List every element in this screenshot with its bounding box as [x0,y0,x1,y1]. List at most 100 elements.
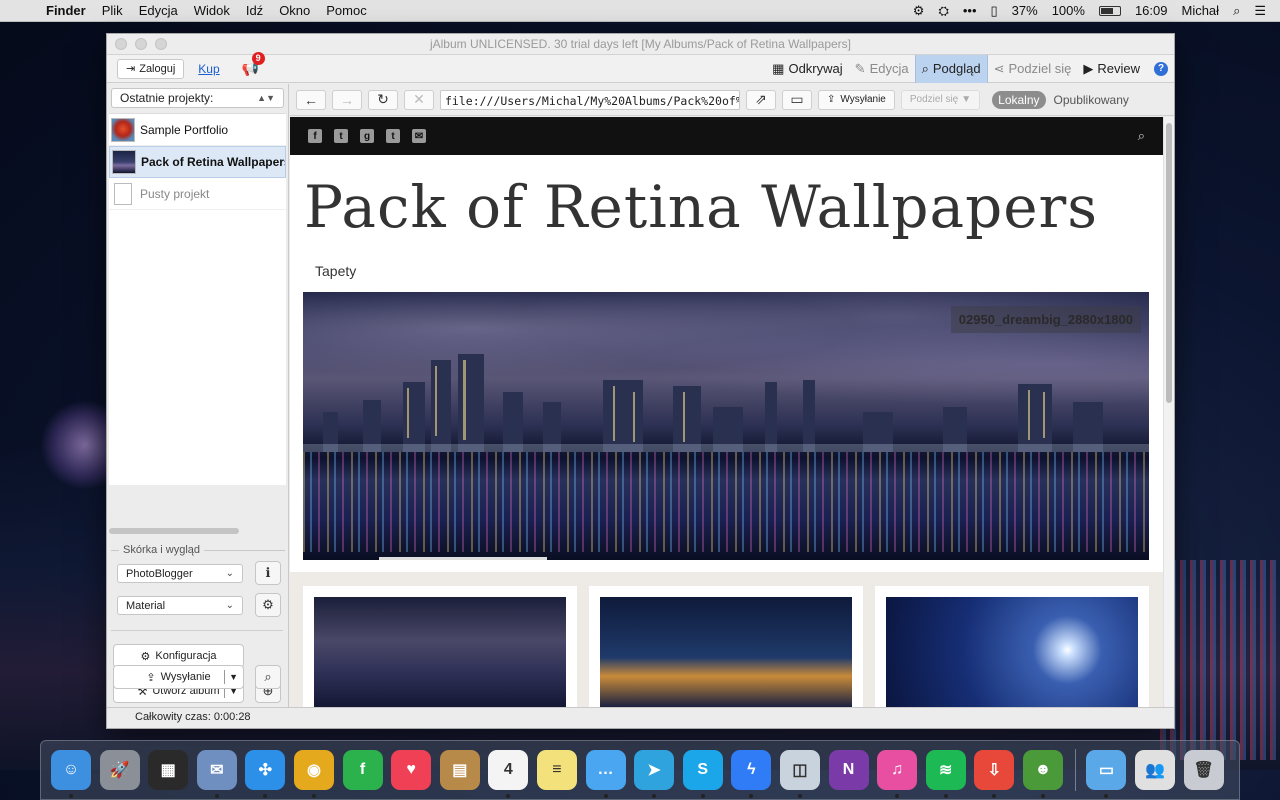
chrome-icon[interactable]: ◉ [293,750,334,798]
zoom-window-button[interactable] [155,38,167,50]
project-item-selected[interactable]: Pack of Retina Wallpapers [109,146,286,178]
style-dropdown[interactable]: Material ⌄ [117,596,243,615]
recent-projects-select[interactable]: Ostatnie projekty: ▲▼ [111,88,284,108]
open-external-button[interactable]: ⇗ [746,89,776,110]
upload-icon: ⇪ [146,671,156,684]
webpage-search-icon[interactable]: ⌕ [1138,128,1145,144]
skin-info-button[interactable]: ℹ [255,561,281,585]
notification-center-icon[interactable]: ☰ [1254,3,1266,19]
menu-plik[interactable]: Plik [102,3,123,18]
user-name[interactable]: Michał [1181,3,1219,18]
skin-dropdown[interactable]: PhotoBlogger ⌄ [117,564,243,583]
buy-link[interactable]: Kup [198,62,219,76]
onenote-icon[interactable]: N [828,750,869,790]
battery-icon[interactable] [1098,5,1121,16]
stop-button[interactable]: ✕ [404,89,434,110]
menu-edycja[interactable]: Edycja [139,3,178,18]
finder-icon[interactable]: ☺ [51,750,91,798]
skype-icon[interactable]: S [682,750,723,798]
google-plus-icon[interactable]: g [360,129,374,143]
download-icon[interactable]: ⇩ [974,750,1015,798]
spotlight-search-icon[interactable]: ⌕ [1233,3,1240,19]
itunes-icon[interactable]: ♫ [877,750,918,798]
thumbnail-card[interactable] [875,586,1149,709]
local-option[interactable]: Lokalny [992,90,1046,109]
downloads-folder-icon[interactable]: ▭ [1086,750,1127,798]
clock[interactable]: 16:09 [1135,3,1168,18]
launchpad-icon[interactable]: 🚀 [99,750,140,790]
menu-idz[interactable]: Idź [246,3,263,18]
mode-podziel-sie[interactable]: ⋖ Podziel się [988,55,1078,83]
project-name: Pusty projekt [140,186,210,201]
url-field[interactable]: file:///Users/Michal/My%20Albums/Pack%20… [440,89,740,110]
mode-edycja[interactable]: ✎ Edycja [849,55,915,83]
reload-button[interactable]: ↻ [368,89,398,110]
hero-image[interactable]: 02950_dreambig_2880x1800 [303,292,1149,560]
webpage-scrollbar[interactable] [1163,117,1174,709]
more-status-icon[interactable]: ••• [963,3,977,18]
style-settings-button[interactable]: ⚙ [255,593,281,617]
menu-widok[interactable]: Widok [194,3,230,18]
help-button[interactable]: ? [1154,61,1168,76]
forward-button[interactable]: → [332,89,362,110]
menu-pomoc[interactable]: Pomoc [326,3,366,18]
folder-link-tapety[interactable]: Tapety [315,263,1163,279]
dock: ☺ 🚀 ▦ ✉ ✣ ◉ f ♥ ▤ 4 ≡… ➤ Sϟ ◫ N ♫ ≋ ⇩ ☻ ▭ 👥 🗑 [40,740,1240,800]
chevron-down-icon[interactable]: ▼ [229,672,238,682]
menu-app-name[interactable]: Finder [46,3,86,18]
project-list-scrollbar[interactable] [109,528,239,534]
city-thumbnail-icon [112,150,136,174]
sidebar-search-button[interactable]: ⌕ [255,665,281,689]
contacts-icon[interactable]: ▤ [439,750,480,790]
mode-odkrywaj[interactable]: ▦ Odkrywaj [766,55,848,83]
hero-progress-line [379,557,547,560]
notification-badge: 9 [251,52,265,65]
gear-status-icon[interactable]: ⚙ [913,3,925,19]
jalbum-frog-icon[interactable]: ☻ [1022,750,1063,798]
photo-slideshow-icon[interactable]: ▦ [148,750,189,790]
project-item[interactable]: Sample Portfolio [109,114,286,146]
thumbnail-card[interactable] [303,586,577,709]
email-icon[interactable]: ✉ [412,129,426,143]
mail-bird-icon[interactable]: ✉ [196,750,237,798]
sync-status-icon[interactable]: ⛭ [938,3,948,19]
twitter-icon[interactable]: t [334,129,348,143]
notes-icon[interactable]: ≡ [536,750,577,790]
thumbnail-card[interactable] [589,586,863,709]
open-folder-button[interactable]: ▭ [782,89,812,110]
preview-icon[interactable]: ◫ [779,750,820,798]
safari-icon[interactable]: ✣ [245,750,286,798]
facebook-icon[interactable]: f [308,129,322,143]
feedly-icon[interactable]: f [342,750,383,790]
gear-icon: ⚙ [140,650,151,663]
sidebar-upload-button[interactable]: ⇪ Wysyłanie ▼ [113,665,244,689]
scrollbar-thumb[interactable] [1166,123,1172,403]
mode-review[interactable]: ▶ Review [1077,55,1146,83]
grid-icon: ▦ [772,60,785,76]
people-folder-icon[interactable]: 👥 [1135,750,1176,790]
trash-icon[interactable]: 🗑 [1183,750,1224,790]
battery-percent[interactable]: 37% [1012,3,1038,18]
skin-section-label: Skórka i wygląd [111,544,285,556]
upload-button[interactable]: ⇪ Wysyłanie [818,89,895,110]
close-window-button[interactable] [115,38,127,50]
zoom-percent[interactable]: 100% [1052,3,1085,18]
phone-status-icon[interactable]: ▯ [991,3,998,19]
spotify-icon[interactable]: ≋ [925,750,966,798]
messages-icon[interactable]: … [585,750,626,798]
tumblr-icon[interactable]: t [386,129,400,143]
pocket-icon[interactable]: ♥ [391,750,432,790]
notifications-button[interactable]: 📢 9 [242,52,265,77]
share-dropdown[interactable]: Podziel się ▼ [900,89,981,110]
calendar-icon[interactable]: 4 [488,750,529,798]
total-time: Całkowity czas: 0:00:28 [135,711,251,723]
messenger-icon[interactable]: ϟ [731,750,772,798]
login-button[interactable]: ⇥ Zaloguj [117,58,185,79]
telegram-icon[interactable]: ➤ [634,750,675,798]
mode-podglad[interactable]: ⌕ Podgląd [914,54,988,83]
menu-okno[interactable]: Okno [279,3,310,18]
project-item[interactable]: Pusty projekt [109,178,286,210]
back-button[interactable]: ← [296,89,326,110]
published-option[interactable]: Opublikowany [1050,91,1133,109]
minimize-window-button[interactable] [135,38,147,50]
